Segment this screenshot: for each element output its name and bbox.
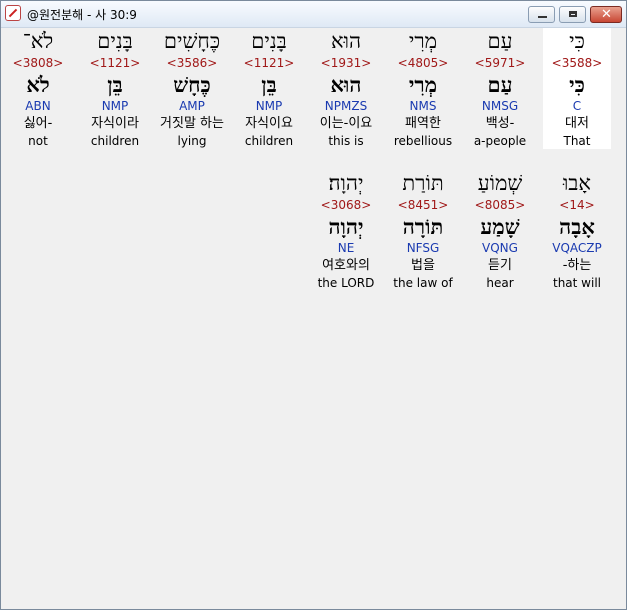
strong-number: <3808> <box>12 56 64 70</box>
strong-number: <4805> <box>397 56 449 70</box>
word-cell[interactable]: כֶּחָשִׁים <3586> כֶּחָשׁ AMP 거짓말 하는 lying <box>158 28 226 149</box>
morphology-code: NMP <box>101 99 129 113</box>
app-window: @원전분해 - 사 30:9 ✕ כִּי <3588> כִּי C 대저 That עַ… <box>0 0 627 610</box>
hebrew-word: יְהוָה׃ <box>328 171 364 195</box>
hebrew-word: לֹא־ <box>22 29 54 53</box>
interlinear-panel: כִּי <3588> כִּי C 대저 That עַם <5971> עַם NMSG 백성-… <box>13 28 623 606</box>
hebrew-word: תּוֹרַת <box>402 171 444 195</box>
title-bar[interactable]: @원전분해 - 사 30:9 ✕ <box>1 1 626 28</box>
strong-number: <3588> <box>551 56 603 70</box>
hebrew-lemma: מְרִי <box>408 72 438 97</box>
english-gloss: children <box>244 134 294 148</box>
english-gloss: the LORD <box>317 276 375 290</box>
english-gloss: that will <box>553 276 601 290</box>
word-cell[interactable]: הוּא <1931> הוּא NPMZS 이는-이요 this is <box>312 28 380 149</box>
hebrew-lemma: בֵּן <box>107 72 123 97</box>
hebrew-lemma: בֵּן <box>261 72 277 97</box>
english-gloss: a-people <box>473 134 527 148</box>
word-cell[interactable]: אָבוּ <14> אָבָה VQACZP -하는 that will <box>543 170 611 291</box>
korean-gloss: 싫어- <box>23 116 53 131</box>
hebrew-word: בָּנִים <box>97 29 133 53</box>
word-cell[interactable]: בָּנִים <1121> בֵּן NMP 자식이라 children <box>81 28 149 149</box>
hebrew-lemma: כֶּחָשׁ <box>173 72 211 97</box>
korean-gloss: 법을 <box>411 258 435 273</box>
word-cell[interactable]: לֹא־ <3808> לֹא ABN 싫어-not <box>4 28 72 149</box>
morphology-code: NFSG <box>406 241 440 255</box>
strong-number: <1121> <box>89 56 141 70</box>
close-icon: ✕ <box>601 7 612 22</box>
morphology-code: NPMZS <box>324 99 368 113</box>
korean-gloss: 여호와의 <box>322 258 370 273</box>
strong-number: <8085> <box>474 198 526 212</box>
hebrew-word: מְרִי <box>408 29 438 53</box>
english-gloss: this is <box>328 134 364 148</box>
korean-gloss: 자식이라 <box>91 116 139 131</box>
morphology-code: NMS <box>409 99 437 113</box>
word-cell[interactable]: יְהוָה׃ <3068> יְהוָה NE 여호와의 the LORD <box>312 170 380 291</box>
hebrew-lemma: תּוֹרָה <box>402 214 444 239</box>
minimize-icon <box>538 16 547 18</box>
word-cell[interactable]: בָּנִים <1121> בֵּן NMP 자식이요 children <box>235 28 303 149</box>
hebrew-lemma: לֹא <box>26 72 50 97</box>
morphology-code: ABN <box>25 99 51 113</box>
minimize-button[interactable] <box>528 6 555 23</box>
korean-gloss: 듣기 <box>488 258 512 273</box>
morphology-code: NMSG <box>481 99 519 113</box>
morphology-code: VQACZP <box>552 241 602 255</box>
strong-number: <5971> <box>474 56 526 70</box>
hebrew-lemma: שָׁמַע <box>480 214 520 239</box>
english-gloss: lying <box>177 134 207 148</box>
maximize-icon <box>569 11 577 17</box>
hebrew-lemma: עַם <box>487 72 513 97</box>
korean-gloss: 거짓말 하는 <box>160 116 224 131</box>
english-gloss: hear <box>486 276 514 290</box>
strong-number: <1121> <box>243 56 295 70</box>
hebrew-word: כֶּחָשִׁים <box>163 29 221 53</box>
korean-gloss: 패역한 <box>405 116 441 131</box>
word-cell[interactable]: מְרִי <4805> מְרִי NMS 패역한 rebellious <box>389 28 457 149</box>
korean-gloss: 이는-이요 <box>319 116 373 131</box>
korean-gloss: 대저 <box>565 116 589 131</box>
word-cell[interactable]: עַם <5971> עַם NMSG 백성-a-people <box>466 28 534 149</box>
word-cell[interactable]: כִּי <3588> כִּי C 대저 That <box>543 28 611 149</box>
morphology-code: AMP <box>179 99 205 113</box>
hebrew-lemma: יְהוָה <box>328 214 364 239</box>
korean-gloss: 자식이요 <box>245 116 293 131</box>
maximize-button[interactable] <box>559 6 586 23</box>
morphology-code: NMP <box>255 99 283 113</box>
morphology-code: VQNG <box>482 241 518 255</box>
strong-number: <3068> <box>320 198 372 212</box>
morphology-code: NE <box>337 241 355 255</box>
english-gloss: rebellious <box>393 134 453 148</box>
english-gloss: the law of <box>393 276 453 290</box>
korean-gloss: 백성- <box>485 116 515 131</box>
hebrew-word: בָּנִים <box>251 29 287 53</box>
close-button[interactable]: ✕ <box>590 6 622 23</box>
morphology-code: C <box>572 99 582 113</box>
hebrew-lemma: הוּא <box>330 72 362 97</box>
korean-gloss: -하는 <box>562 258 592 273</box>
strong-number: <14> <box>559 198 595 212</box>
window-title: @원전분해 - 사 30:9 <box>27 8 137 22</box>
hebrew-lemma: אָבָה <box>559 214 595 239</box>
word-cell[interactable]: תּוֹרַת <8451> תּוֹרָה NFSG 법을 the law of <box>389 170 457 291</box>
strong-number: <8451> <box>397 198 449 212</box>
hebrew-word: אָבוּ <box>562 171 592 195</box>
word-cell[interactable]: שְׁמוֹעַ <8085> שָׁמַע VQNG 듣기 hear <box>466 170 534 291</box>
english-gloss: not <box>28 134 48 148</box>
hebrew-word: שְׁמוֹעַ <box>477 171 523 195</box>
hebrew-word: עַם <box>487 29 513 53</box>
strong-number: <3586> <box>166 56 218 70</box>
hebrew-lemma: כִּי <box>569 72 585 97</box>
english-gloss: children <box>90 134 140 148</box>
english-gloss: That <box>563 134 591 148</box>
strong-number: <1931> <box>320 56 372 70</box>
hebrew-word: הוּא <box>330 29 362 53</box>
hebrew-word: כִּי <box>569 29 585 53</box>
app-logo-icon[interactable] <box>5 5 21 21</box>
